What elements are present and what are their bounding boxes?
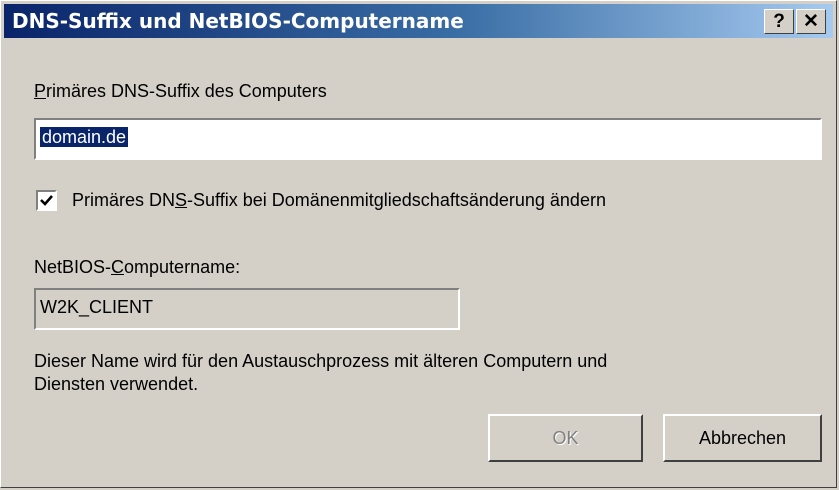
window-title: DNS-Suffix und NetBIOS-Computername [12, 9, 464, 33]
change-dns-suffix-checkbox[interactable] [36, 190, 57, 211]
checkmark-icon [40, 195, 53, 206]
close-icon: ✕ [803, 11, 819, 32]
cancel-button-label: Abbrechen [698, 427, 787, 448]
ok-button-label: OK [552, 427, 579, 448]
netbios-name-value: W2K_CLIENT [40, 297, 154, 317]
cancel-button[interactable]: Abbrechen [663, 414, 822, 462]
netbios-label: NetBIOS-Computername: [34, 257, 240, 278]
checkbox-label-rest: -Suffix bei Domänenmitgliedschaftsänderu… [187, 190, 606, 210]
info-text-line1: Dieser Name wird für den Austauschprozes… [34, 351, 608, 371]
dns-suffix-dialog: DNS-Suffix und NetBIOS-Computername ? ✕ … [0, 0, 837, 488]
netbios-label-rest: omputername: [124, 257, 241, 277]
checkbox-label-prefix: Primäres DN [72, 190, 176, 210]
checkbox-label-mnemonic: S [175, 190, 188, 210]
title-bar[interactable]: DNS-Suffix und NetBIOS-Computername ? ✕ [4, 4, 833, 38]
ok-button[interactable]: OK [488, 414, 643, 462]
change-dns-suffix-label[interactable]: Primäres DNS-Suffix bei Domänenmitglieds… [72, 190, 606, 211]
dns-suffix-value: domain.de [40, 127, 129, 147]
dns-suffix-label: Primäres DNS-Suffix des Computers [34, 81, 327, 102]
dns-suffix-label-rest: rimäres DNS-Suffix des Computers [46, 81, 327, 101]
dns-suffix-input[interactable]: domain.de [34, 118, 822, 160]
netbios-label-prefix: NetBIOS- [34, 257, 112, 277]
dns-suffix-label-mnemonic: P [34, 81, 47, 101]
netbios-name-field: W2K_CLIENT [34, 288, 460, 330]
info-text-line2: Diensten verwendet. [34, 374, 199, 394]
close-button[interactable]: ✕ [796, 9, 826, 34]
netbios-label-mnemonic: C [111, 257, 125, 277]
help-icon: ? [773, 10, 785, 32]
help-button[interactable]: ? [764, 9, 794, 34]
